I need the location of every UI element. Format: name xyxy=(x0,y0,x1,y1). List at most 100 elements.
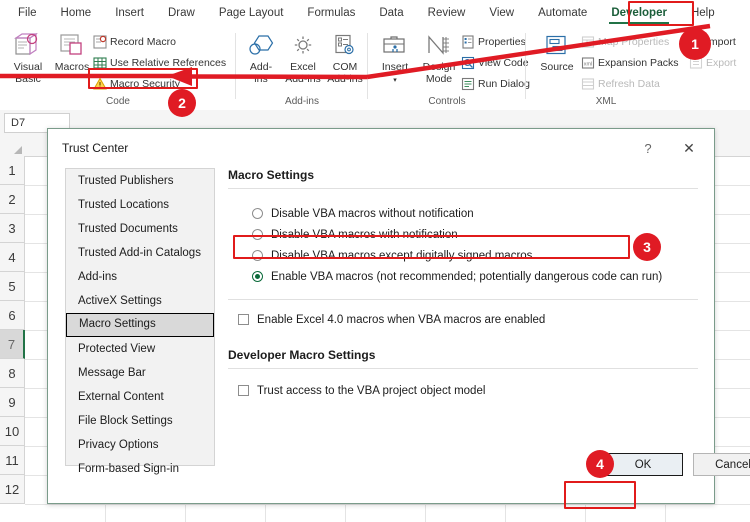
excel-add-ins-button[interactable]: Excel Add-ins xyxy=(280,31,326,85)
design-mode-icon xyxy=(416,31,462,61)
source-button[interactable]: Source xyxy=(534,31,580,74)
row-header-1[interactable]: 1 xyxy=(0,156,25,185)
nav-item-label: Form-based Sign-in xyxy=(78,463,179,475)
tab-insert[interactable]: Insert xyxy=(103,0,156,27)
expansion-packs-button[interactable]: xml Expansion Packs xyxy=(580,54,679,72)
select-all-corner[interactable] xyxy=(0,137,26,156)
trust-center-nav-list: Trusted Publishers Trusted Locations Tru… xyxy=(65,168,215,475)
nav-item-label: Trusted Documents xyxy=(78,223,178,235)
tab-view[interactable]: View xyxy=(477,0,526,27)
cancel-button[interactable]: Cancel xyxy=(693,453,750,476)
nav-item-label: Trusted Publishers xyxy=(78,175,174,187)
com-add-ins-label-line2: Add-ins xyxy=(327,72,363,85)
row-header-2[interactable]: 2 xyxy=(0,185,25,214)
row-header-label: 7 xyxy=(7,336,16,352)
checkbox-enable-excel4-macros[interactable]: Enable Excel 4.0 macros when VBA macros … xyxy=(238,309,698,330)
tab-home[interactable]: Home xyxy=(49,0,104,27)
badge-number: 4 xyxy=(596,456,604,472)
cancel-button-label: Cancel xyxy=(715,458,750,471)
row-header-12[interactable]: 12 xyxy=(0,475,25,504)
run-dialog-button[interactable]: Run Dialog xyxy=(460,75,530,93)
nav-item-add-ins[interactable]: Add-ins xyxy=(66,265,214,289)
design-mode-label-line1: Design xyxy=(422,61,456,73)
nav-item-label: External Content xyxy=(78,391,164,403)
row-header-11[interactable]: 11 xyxy=(0,446,25,475)
record-macro-icon xyxy=(92,35,107,50)
add-ins-icon xyxy=(238,31,284,61)
add-ins-button[interactable]: Add-ins xyxy=(238,31,284,85)
tab-automate[interactable]: Automate xyxy=(526,0,599,27)
design-mode-button[interactable]: Design Mode xyxy=(416,31,462,85)
run-dialog-icon xyxy=(460,77,475,92)
name-box-value: D7 xyxy=(11,117,26,129)
nav-item-label: ActiveX Settings xyxy=(78,295,162,307)
tab-review[interactable]: Review xyxy=(416,0,478,27)
nav-item-label: Protected View xyxy=(78,343,156,355)
nav-item-message-bar[interactable]: Message Bar xyxy=(66,361,214,385)
section-divider xyxy=(228,299,698,300)
run-dialog-label: Run Dialog xyxy=(478,78,530,90)
nav-item-form-based-sign-in[interactable]: Form-based Sign-in xyxy=(66,457,214,481)
row-header-7[interactable]: 7 xyxy=(0,330,25,359)
record-macro-button[interactable]: Record Macro xyxy=(92,33,176,51)
row-header-5[interactable]: 5 xyxy=(0,272,25,301)
row-header-label: 6 xyxy=(8,307,16,323)
nav-item-label: Trusted Add-in Catalogs xyxy=(78,247,201,259)
help-icon[interactable]: ? xyxy=(637,137,659,159)
nav-item-privacy-options[interactable]: Privacy Options xyxy=(66,433,214,457)
tab-draw[interactable]: Draw xyxy=(156,0,207,27)
row-header-label: 11 xyxy=(5,452,19,468)
map-properties-label: Map Properties xyxy=(598,36,670,48)
macros-label: Macros xyxy=(54,61,90,73)
macro-settings-panel: Macro Settings Disable VBA macros withou… xyxy=(228,168,698,401)
row-header-3[interactable]: 3 xyxy=(0,214,25,243)
ok-button[interactable]: OK xyxy=(603,453,683,476)
checkbox-label: Trust access to the VBA project object m… xyxy=(257,384,486,397)
tab-data[interactable]: Data xyxy=(367,0,415,27)
design-mode-label-line2: Mode xyxy=(425,72,453,85)
radio-label: Enable VBA macros (not recommended; pote… xyxy=(271,270,663,283)
tab-automate-label: Automate xyxy=(538,7,588,19)
properties-button[interactable]: Properties xyxy=(460,33,526,51)
tab-formulas[interactable]: Formulas xyxy=(295,0,367,27)
view-code-button[interactable]: View Code xyxy=(460,54,529,72)
nav-item-macro-settings[interactable]: Macro Settings xyxy=(66,313,214,337)
radio-label: Disable VBA macros without notification xyxy=(271,207,474,220)
section-divider xyxy=(228,368,698,369)
visual-basic-label-line1: Visual xyxy=(13,61,43,73)
expansion-packs-icon: xml xyxy=(580,56,595,71)
close-icon[interactable]: ✕ xyxy=(676,137,702,159)
ok-button-label: OK xyxy=(634,458,652,471)
nav-item-trusted-publishers[interactable]: Trusted Publishers xyxy=(66,169,214,193)
visual-basic-button[interactable]: Visual Basic xyxy=(5,31,51,85)
properties-label: Properties xyxy=(478,36,526,48)
map-properties-icon xyxy=(580,35,595,50)
row-header-8[interactable]: 8 xyxy=(0,359,25,388)
dialog-title: Trust Center xyxy=(62,141,129,155)
insert-control-icon xyxy=(372,31,418,61)
insert-chevron-down-icon[interactable]: ▾ xyxy=(393,77,397,84)
tab-file[interactable]: File xyxy=(0,0,49,27)
row-header-4[interactable]: 4 xyxy=(0,243,25,272)
gear-icon xyxy=(280,31,326,61)
nav-item-external-content[interactable]: External Content xyxy=(66,385,214,409)
tab-page-layout[interactable]: Page Layout xyxy=(207,0,296,27)
radio-enable-vba-macros[interactable]: Enable VBA macros (not recommended; pote… xyxy=(252,266,698,287)
nav-item-trusted-addin-catalogs[interactable]: Trusted Add-in Catalogs xyxy=(66,241,214,265)
nav-item-trusted-locations[interactable]: Trusted Locations xyxy=(66,193,214,217)
tab-help-label: Help xyxy=(690,7,715,19)
row-header-label: 12 xyxy=(4,481,20,497)
nav-item-protected-view[interactable]: Protected View xyxy=(66,337,214,361)
checkbox-trust-access-vba[interactable]: Trust access to the VBA project object m… xyxy=(238,380,698,401)
add-ins-label-line2: ins xyxy=(254,72,268,85)
nav-item-file-block-settings[interactable]: File Block Settings xyxy=(66,409,214,433)
nav-item-activex-settings[interactable]: ActiveX Settings xyxy=(66,289,214,313)
row-header-10[interactable]: 10 xyxy=(0,417,25,446)
insert-control-button[interactable]: Insert ▾ xyxy=(372,31,418,86)
nav-item-trusted-documents[interactable]: Trusted Documents xyxy=(66,217,214,241)
com-add-ins-button[interactable]: COM Add-ins xyxy=(322,31,368,85)
row-header-9[interactable]: 9 xyxy=(0,388,25,417)
row-header-6[interactable]: 6 xyxy=(0,301,25,330)
radio-disable-without-notification[interactable]: Disable VBA macros without notification xyxy=(252,203,698,224)
tab-view-label: View xyxy=(489,7,515,19)
